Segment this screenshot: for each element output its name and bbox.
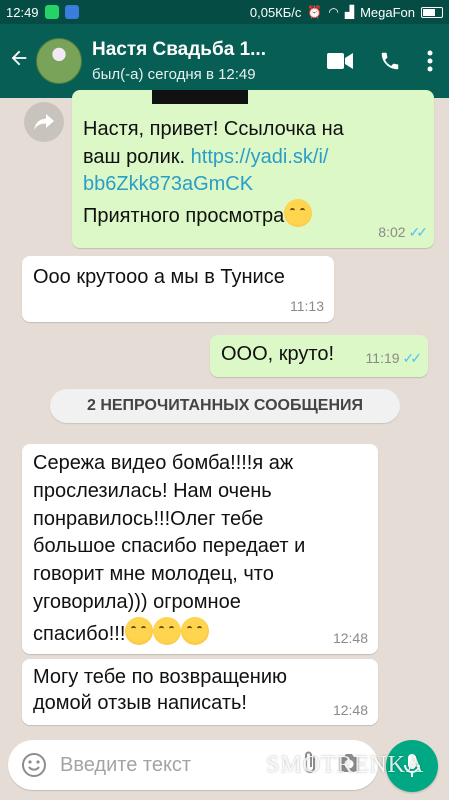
message-time: 8:02 (378, 223, 406, 240)
contact-info[interactable]: Настя Свадьба 1... был(-а) сегодня в 12:… (92, 39, 302, 83)
message-time: 11:19 (365, 349, 400, 366)
message-bubble[interactable]: ООО, круто! 11:19 ✓✓ (210, 335, 428, 377)
wifi-icon: ◠ (328, 5, 339, 19)
hugging-emoji-icon (125, 616, 154, 645)
app-notification-icon (64, 5, 79, 19)
back-arrow-icon[interactable] (2, 47, 36, 76)
read-ticks-icon: ✓✓ (408, 223, 429, 240)
message-text: Могу тебе по возвращению домой отзыв нап… (33, 666, 288, 714)
video-call-icon[interactable] (327, 52, 353, 70)
chat-header: Настя Свадьба 1... был(-а) сегодня в 12:… (0, 24, 449, 98)
message-text: Ооо крутооо а мы в Тунисе (33, 266, 285, 288)
message-bubble[interactable]: Могу тебе по возвращению домой отзыв нап… (22, 659, 378, 725)
alarm-icon: ⏰ (307, 5, 323, 19)
status-bar: 12:49 0,05КБ/с ⏰ ◠ ▟ MegaFon (0, 0, 449, 24)
phone-icon[interactable] (379, 50, 401, 72)
message-link[interactable]: https://yadi.sk/i/ (191, 146, 329, 168)
message-link-continued[interactable]: bb6Zkk873aGmCK (83, 173, 253, 195)
message-bubble[interactable]: Сережа видео бомба!!!!я аж прослезилась!… (22, 444, 378, 654)
unread-messages-banner: 2 НЕПРОЧИТАННЫХ СООБЩЕНИЯ (50, 389, 400, 423)
network-speed: 0,05КБ/с (249, 4, 302, 20)
carrier-name: MegaFon (360, 4, 415, 20)
message-input[interactable] (60, 753, 270, 777)
smiling-emoji-icon (153, 616, 182, 645)
message-time: 11:13 (290, 297, 324, 314)
avatar[interactable] (36, 38, 82, 84)
whatsapp-notification-icon (44, 5, 59, 19)
chat-area[interactable]: Настя, привет! Ссылочка на ваш ролик. ht… (0, 90, 449, 730)
emoji-icon[interactable] (8, 752, 60, 778)
forward-icon[interactable] (24, 102, 64, 142)
status-time: 12:49 (6, 4, 39, 20)
contact-name: Настя Свадьба 1... (92, 39, 266, 60)
message-text: Настя, привет! Ссылочка на ваш ролик. ht… (83, 118, 344, 227)
smiling-emoji-icon (284, 198, 313, 227)
last-seen: был(-а) сегодня в 12:49 (92, 66, 256, 83)
message-bubble[interactable]: Настя, привет! Ссылочка на ваш ролик. ht… (72, 90, 434, 248)
watermark: SMOTRENKA (266, 752, 425, 778)
message-time: 12:48 (332, 701, 368, 718)
message-time: 12:48 (332, 629, 368, 646)
read-ticks-icon: ✓✓ (402, 349, 423, 366)
more-menu-icon[interactable] (427, 50, 433, 72)
redacted-area (152, 90, 248, 104)
hugging-emoji-icon (181, 616, 210, 645)
signal-icon: ▟ (344, 5, 355, 19)
battery-icon (421, 6, 443, 18)
message-bubble[interactable]: Ооо крутооо а мы в Тунисе 11:13 (22, 256, 334, 322)
message-text: Сережа видео бомба!!!!я аж прослезилась!… (33, 452, 306, 645)
